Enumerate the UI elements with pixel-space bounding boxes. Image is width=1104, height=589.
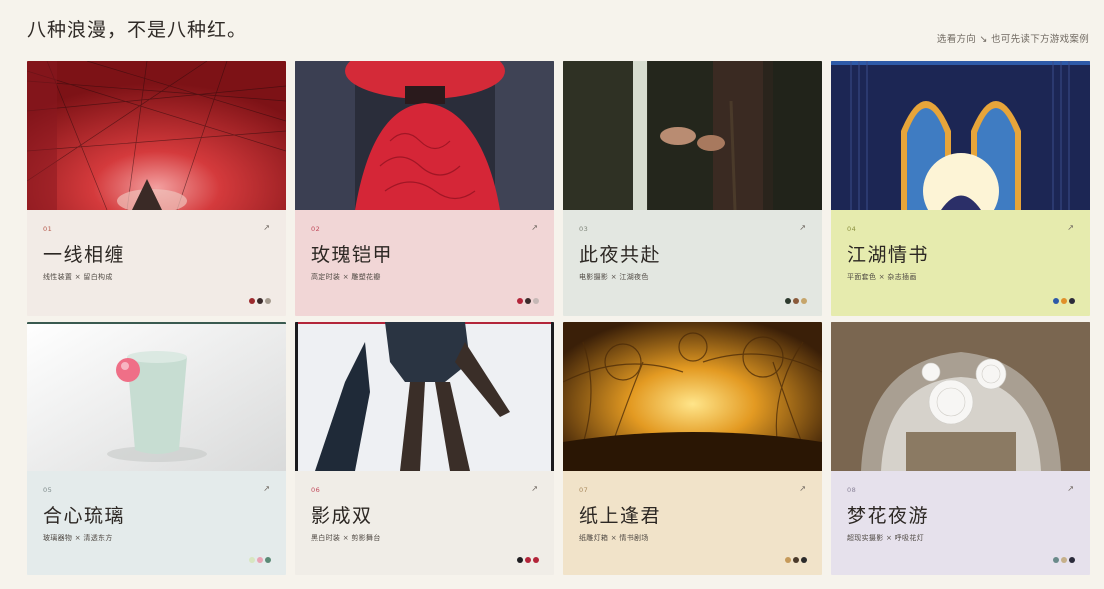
open-arrow-icon[interactable]: ↗: [1067, 223, 1074, 232]
palette-dot: [257, 298, 263, 304]
palette-dot: [533, 298, 539, 304]
card-number: 08: [847, 486, 857, 494]
palette-swatches: [249, 298, 271, 304]
card-number: 07: [579, 486, 589, 494]
open-arrow-icon[interactable]: ↗: [799, 484, 806, 493]
palette-dot: [265, 298, 271, 304]
style-card-5[interactable]: 05 ↗ 合心琉璃 玻璃器物 × 清透东方: [27, 322, 286, 575]
style-card-8[interactable]: 08 ↗ 梦花夜游 超现实摄影 × 呼吸花灯: [831, 322, 1090, 575]
card-info-panel: 08 ↗ 梦花夜游 超现实摄影 × 呼吸花灯: [831, 471, 1090, 575]
style-card-grid: 01 ↗ 一线相缠 线性装置 × 留白构成 02 ↗ 玫瑰铠甲 高定时装 × 雕…: [27, 61, 1090, 575]
palette-dot: [249, 557, 255, 563]
card-number: 05: [43, 486, 53, 494]
palette-dot: [265, 557, 271, 563]
card-description: 超现实摄影 × 呼吸花灯: [847, 534, 924, 542]
palette-dot: [525, 557, 531, 563]
palette-swatches: [517, 557, 539, 563]
palette-dot: [1061, 557, 1067, 563]
palette-dot: [1069, 298, 1075, 304]
palette-dot: [1053, 298, 1059, 304]
card-description: 线性装置 × 留白构成: [43, 273, 113, 281]
palette-swatches: [249, 557, 271, 563]
palette-dot: [785, 557, 791, 563]
palette-dot: [517, 557, 523, 563]
card-photo: [563, 322, 822, 471]
card-title: 一线相缠: [43, 244, 126, 266]
open-arrow-icon[interactable]: ↗: [1067, 484, 1074, 493]
card-info-panel: 07 ↗ 纸上逢君 纸雕灯箱 × 情书剧场: [563, 471, 822, 575]
palette-dot: [257, 557, 263, 563]
card-photo: [831, 61, 1090, 210]
palette-dot: [793, 298, 799, 304]
card-title: 玫瑰铠甲: [311, 244, 394, 266]
palette-dot: [793, 557, 799, 563]
palette-dot: [533, 557, 539, 563]
browse-hint: 选看方向 ↘ 也可先读下方游戏案例: [936, 34, 1089, 45]
card-info-panel: 04 ↗ 江湖情书 平面套色 × 杂志插画: [831, 210, 1090, 316]
card-number: 01: [43, 225, 53, 233]
open-arrow-icon[interactable]: ↗: [263, 484, 270, 493]
style-card-6[interactable]: 06 ↗ 影成双 黑白时装 × 剪影舞台: [295, 322, 554, 575]
card-photo: [295, 61, 554, 210]
card-info-panel: 03 ↗ 此夜共赴 电影摄影 × 江湖夜色: [563, 210, 822, 316]
card-description: 纸雕灯箱 × 情书剧场: [579, 534, 649, 542]
style-card-2[interactable]: 02 ↗ 玫瑰铠甲 高定时装 × 雕塑花瓣: [295, 61, 554, 316]
card-title: 江湖情书: [847, 244, 930, 266]
card-info-panel: 02 ↗ 玫瑰铠甲 高定时装 × 雕塑花瓣: [295, 210, 554, 316]
style-card-7[interactable]: 07 ↗ 纸上逢君 纸雕灯箱 × 情书剧场: [563, 322, 822, 575]
palette-dot: [1053, 557, 1059, 563]
palette-dot: [785, 298, 791, 304]
card-photo: [295, 322, 554, 471]
palette-swatches: [1053, 557, 1075, 563]
card-info-panel: 05 ↗ 合心琉璃 玻璃器物 × 清透东方: [27, 471, 286, 575]
palette-dot: [1069, 557, 1075, 563]
card-description: 高定时装 × 雕塑花瓣: [311, 273, 381, 281]
card-title: 梦花夜游: [847, 505, 930, 527]
card-number: 06: [311, 486, 321, 494]
card-number: 02: [311, 225, 321, 233]
open-arrow-icon[interactable]: ↗: [531, 223, 538, 232]
card-title: 此夜共赴: [579, 244, 662, 266]
card-photo: [831, 322, 1090, 471]
card-description: 平面套色 × 杂志插画: [847, 273, 917, 281]
card-title: 合心琉璃: [43, 505, 126, 527]
card-info-panel: 01 ↗ 一线相缠 线性装置 × 留白构成: [27, 210, 286, 316]
open-arrow-icon[interactable]: ↗: [799, 223, 806, 232]
style-card-3[interactable]: 03 ↗ 此夜共赴 电影摄影 × 江湖夜色: [563, 61, 822, 316]
card-description: 玻璃器物 × 清透东方: [43, 534, 113, 542]
palette-swatches: [517, 298, 539, 304]
palette-dot: [525, 298, 531, 304]
card-number: 03: [579, 225, 589, 233]
card-title: 影成双: [311, 505, 373, 527]
palette-dot: [249, 298, 255, 304]
palette-swatches: [1053, 298, 1075, 304]
style-card-1[interactable]: 01 ↗ 一线相缠 线性装置 × 留白构成: [27, 61, 286, 316]
card-description: 电影摄影 × 江湖夜色: [579, 273, 649, 281]
card-number: 04: [847, 225, 857, 233]
open-arrow-icon[interactable]: ↗: [263, 223, 270, 232]
palette-swatches: [785, 298, 807, 304]
card-title: 纸上逢君: [579, 505, 662, 527]
card-description: 黑白时装 × 剪影舞台: [311, 534, 381, 542]
card-info-panel: 06 ↗ 影成双 黑白时装 × 剪影舞台: [295, 471, 554, 575]
card-photo: [563, 61, 822, 210]
card-photo: [27, 61, 286, 210]
palette-dot: [801, 298, 807, 304]
palette-dot: [517, 298, 523, 304]
card-photo: [27, 322, 286, 471]
style-card-4[interactable]: 04 ↗ 江湖情书 平面套色 × 杂志插画: [831, 61, 1090, 316]
palette-dot: [1061, 298, 1067, 304]
open-arrow-icon[interactable]: ↗: [531, 484, 538, 493]
palette-swatches: [785, 557, 807, 563]
palette-dot: [801, 557, 807, 563]
page-title: 八种浪漫，不是八种红。: [27, 19, 248, 41]
